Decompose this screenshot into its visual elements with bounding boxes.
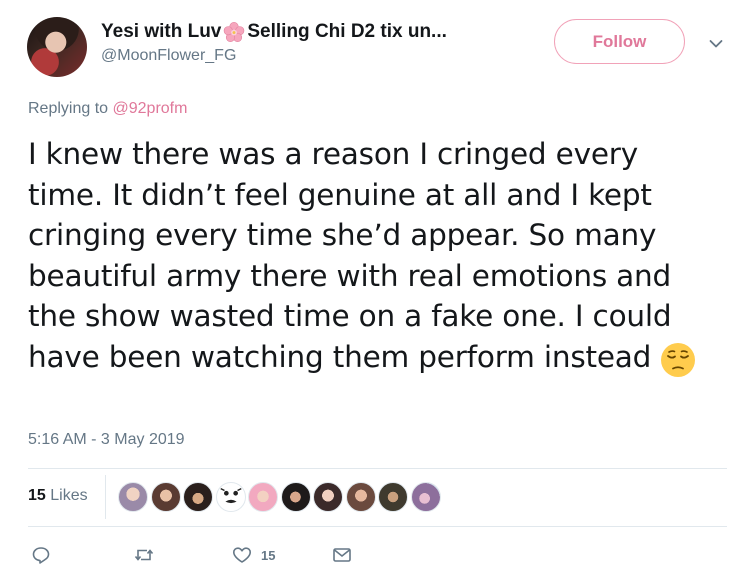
chevron-down-icon[interactable]: [709, 36, 723, 48]
replying-to-line: Replying to @92profm: [28, 100, 187, 118]
reply-button[interactable]: [31, 541, 51, 569]
author-display-name-part2[interactable]: Selling Chi D2 tix un...: [247, 21, 447, 43]
retweet-button[interactable]: [134, 541, 154, 569]
tweet-timestamp[interactable]: 5:16 AM - 3 May 2019: [28, 431, 185, 449]
liker-avatar[interactable]: [345, 482, 376, 512]
tweet-text: I knew there was a reason I cringed ever…: [28, 134, 718, 378]
pensive-face-icon: [660, 342, 696, 378]
direct-message-button[interactable]: [332, 541, 352, 569]
author-name-row[interactable]: Yesi with Luv Selling Chi D2 tix un...: [101, 21, 447, 43]
liker-avatar[interactable]: [248, 482, 278, 512]
follow-button[interactable]: Follow: [554, 19, 685, 64]
liker-avatar[interactable]: [313, 482, 343, 512]
liker-avatars: [118, 482, 443, 512]
envelope-icon: [332, 545, 352, 565]
reply-icon: [31, 545, 51, 565]
retweet-icon: [134, 545, 154, 565]
likes-label: Likes: [50, 487, 88, 504]
liker-avatar[interactable]: [183, 482, 213, 512]
likes-stat[interactable]: 15 Likes: [28, 487, 88, 505]
divider-bottom: [28, 526, 727, 527]
divider-top: [28, 468, 727, 469]
likes-separator: [105, 475, 106, 519]
heart-icon: [232, 545, 252, 565]
liker-avatar[interactable]: [378, 482, 408, 512]
liker-avatar[interactable]: [118, 482, 148, 512]
tweet-actions: 15: [0, 541, 753, 571]
author-handle[interactable]: @MoonFlower_FG: [101, 47, 236, 65]
tweet-body: I knew there was a reason I cringed ever…: [28, 137, 672, 374]
likes-count: 15: [28, 487, 46, 504]
like-button[interactable]: 15: [232, 541, 275, 569]
liker-avatar[interactable]: [410, 482, 441, 512]
liker-avatar[interactable]: [215, 482, 246, 512]
author-display-name-part1[interactable]: Yesi with Luv: [101, 21, 221, 43]
cherry-blossom-icon: [223, 21, 245, 43]
liker-avatar[interactable]: [280, 482, 311, 512]
author-avatar[interactable]: [27, 17, 87, 77]
liker-avatar[interactable]: [150, 482, 181, 512]
replying-to-label: Replying to: [28, 100, 109, 117]
like-count: 15: [261, 547, 276, 563]
reply-mention-link[interactable]: @92profm: [113, 100, 188, 117]
